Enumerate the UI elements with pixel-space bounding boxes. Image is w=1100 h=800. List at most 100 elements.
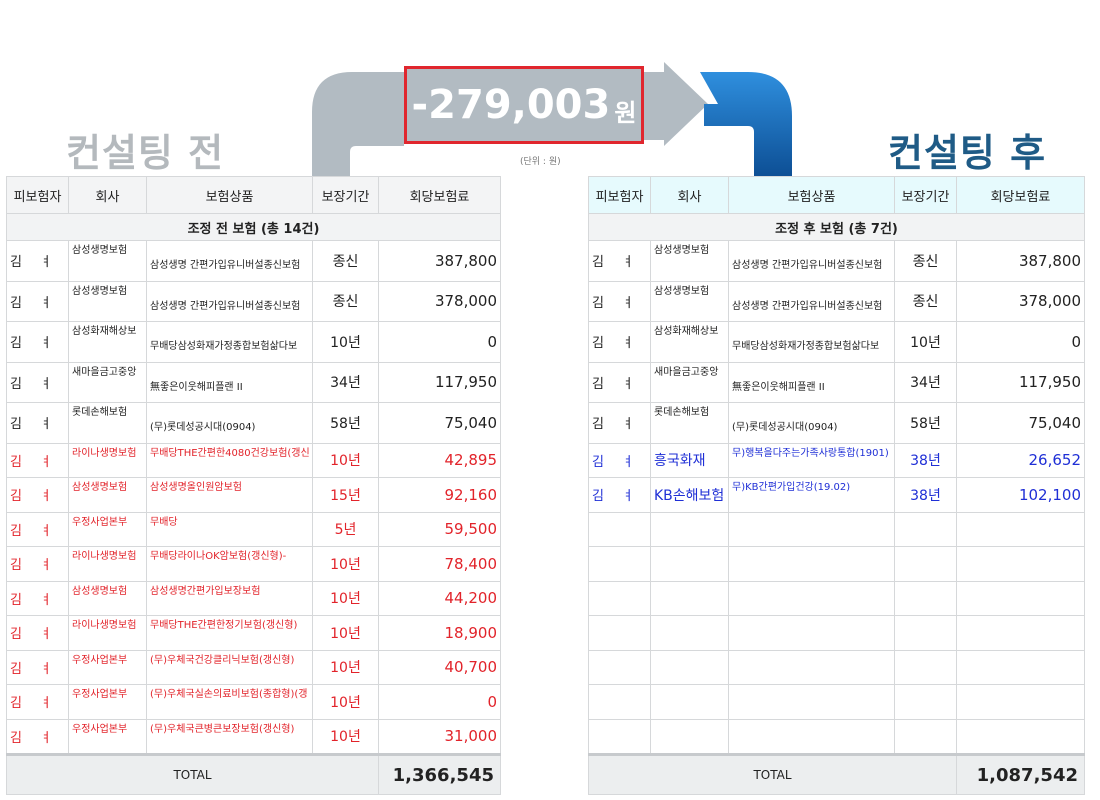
- period-cell: 종신: [312, 280, 379, 322]
- period-cell: 5년: [312, 511, 379, 547]
- insured-cell: 김ㅕ: [6, 321, 69, 363]
- header-product: 보험상품: [146, 176, 313, 214]
- company-cell: 롯데손해보험: [650, 402, 729, 444]
- insured-name-fragment: ㅕ: [40, 696, 52, 712]
- empty-cell: [588, 546, 651, 582]
- insured-name: 김: [10, 336, 22, 352]
- insured-name: 김: [592, 255, 604, 271]
- insured-cell: 김ㅕ: [588, 442, 651, 478]
- premium-cell: 117,950: [956, 361, 1085, 403]
- empty-cell: [650, 580, 729, 616]
- empty-row: [588, 546, 1085, 582]
- period-cell: 38년: [894, 477, 957, 513]
- subheader-text: 조정 후 보험 (총 7건): [588, 213, 1085, 241]
- company-cell: 삼성생명보험: [650, 240, 729, 282]
- product-cell: (무)롯데성공시대(0904): [728, 402, 895, 444]
- product-cell: 무배당THE간편한4080건강보험(갱신: [146, 442, 313, 478]
- product-cell: 삼성생명 간편가입유니버설종신보험: [728, 280, 895, 322]
- empty-cell: [650, 511, 729, 547]
- difference-unit: 원: [614, 98, 637, 127]
- table-row: 김 ㅕ 삼성생명보험 삼성생명간편가입보장보험 10년 44,200: [6, 580, 501, 616]
- empty-cell: [650, 649, 729, 685]
- insured-name-fragment: ㅕ: [40, 627, 52, 643]
- table-row: 김 ㅕ 롯데손해보험 (무)롯데성공시대(0904) 58년 75,040: [6, 402, 501, 444]
- empty-cell: [728, 684, 895, 720]
- insured-name: 김: [10, 592, 22, 608]
- premium-cell: 75,040: [378, 402, 501, 444]
- product-cell: 무)KB간편가입건강(19.02): [728, 477, 895, 513]
- product-cell: 無좋은이웃해피플랜 II: [728, 361, 895, 403]
- empty-cell: [588, 649, 651, 685]
- insured-name: 김: [592, 489, 604, 505]
- empty-cell: [728, 580, 895, 616]
- total-row: TOTAL 1,366,545: [6, 753, 501, 795]
- company-cell: 우정사업본부: [68, 649, 147, 685]
- premium-cell: 31,000: [378, 718, 501, 755]
- insured-name-fragment: ㅕ: [40, 255, 52, 271]
- table-row: 김 ㅕ 새마을금고중앙 無좋은이웃해피플랜 II 34년 117,950: [588, 361, 1085, 403]
- period-cell: 10년: [312, 442, 379, 478]
- table-row: 김 ㅕ 우정사업본부 (무)우체국큰병큰보장보험(갱신형) 10년 31,000: [6, 718, 501, 755]
- company-cell: 새마을금고중앙: [68, 361, 147, 403]
- insured-name: 김: [592, 295, 604, 311]
- insured-name: 김: [10, 454, 22, 470]
- empty-cell: [728, 546, 895, 582]
- empty-cell: [956, 684, 1085, 720]
- insured-cell: 김ㅕ: [588, 361, 651, 403]
- total-row: TOTAL 1,087,542: [588, 753, 1085, 795]
- table-row: 김 ㅕ 흥국화재 무)행복을다주는가족사랑통합(1901) 38년 26,652: [588, 442, 1085, 478]
- empty-cell: [728, 615, 895, 651]
- insured-name: 김: [10, 730, 22, 746]
- period-cell: 종신: [894, 280, 957, 322]
- table-subheader: 조정 후 보험 (총 7건): [588, 213, 1085, 241]
- table-row: 김 ㅕ 삼성생명보험 삼성생명 간편가입유니버설종신보험 종신 387,800: [588, 240, 1085, 282]
- empty-cell: [650, 718, 729, 755]
- empty-cell: [956, 615, 1085, 651]
- company-cell: 새마을금고중앙: [650, 361, 729, 403]
- total-label: TOTAL: [588, 753, 957, 795]
- empty-row: [588, 718, 1085, 755]
- table-header-row: 피보험자 회사 보험상품 보장기간 회당보험료: [6, 176, 501, 214]
- period-cell: 15년: [312, 477, 379, 513]
- empty-row: [588, 511, 1085, 547]
- insured-cell: 김ㅕ: [588, 402, 651, 444]
- empty-cell: [894, 511, 957, 547]
- arrow-gray-segment: [312, 72, 404, 176]
- empty-cell: [588, 684, 651, 720]
- premium-cell: 18,900: [378, 615, 501, 651]
- period-cell: 10년: [312, 546, 379, 582]
- table-row: 김 ㅕ 삼성생명보험 삼성생명 간편가입유니버설종신보험 종신 378,000: [6, 280, 501, 322]
- premium-cell: 387,800: [378, 240, 501, 282]
- insured-name: 김: [10, 295, 22, 311]
- period-cell: 10년: [894, 321, 957, 363]
- insured-name: 김: [592, 336, 604, 352]
- product-cell: 삼성생명 간편가입유니버설종신보험: [728, 240, 895, 282]
- empty-cell: [956, 546, 1085, 582]
- premium-cell: 0: [378, 684, 501, 720]
- premium-cell: 0: [378, 321, 501, 363]
- header-company: 회사: [68, 176, 147, 214]
- empty-cell: [956, 718, 1085, 755]
- insured-name: 김: [10, 523, 22, 539]
- insured-name-fragment: ㅕ: [40, 730, 52, 746]
- insured-name: 김: [10, 417, 22, 433]
- insured-name-fragment: ㅕ: [622, 336, 634, 352]
- insured-name-fragment: ㅕ: [622, 376, 634, 392]
- company-cell: 라이나생명보험: [68, 442, 147, 478]
- period-cell: 10년: [312, 580, 379, 616]
- insured-name-fragment: ㅕ: [622, 255, 634, 271]
- table-row: 김 ㅕ 삼성화재해상보 무배당삼성화재가정종합보험삶다보 10년 0: [6, 321, 501, 363]
- insured-name: 김: [10, 661, 22, 677]
- empty-cell: [956, 580, 1085, 616]
- product-cell: 삼성생명간편가입보장보험: [146, 580, 313, 616]
- empty-cell: [894, 718, 957, 755]
- period-cell: 종신: [312, 240, 379, 282]
- premium-cell: 59,500: [378, 511, 501, 547]
- period-cell: 58년: [894, 402, 957, 444]
- period-cell: 58년: [312, 402, 379, 444]
- empty-row: [588, 649, 1085, 685]
- empty-cell: [588, 718, 651, 755]
- insured-name-fragment: ㅕ: [622, 489, 634, 505]
- header-premium: 회당보험료: [956, 176, 1085, 214]
- company-cell: 삼성생명보험: [68, 280, 147, 322]
